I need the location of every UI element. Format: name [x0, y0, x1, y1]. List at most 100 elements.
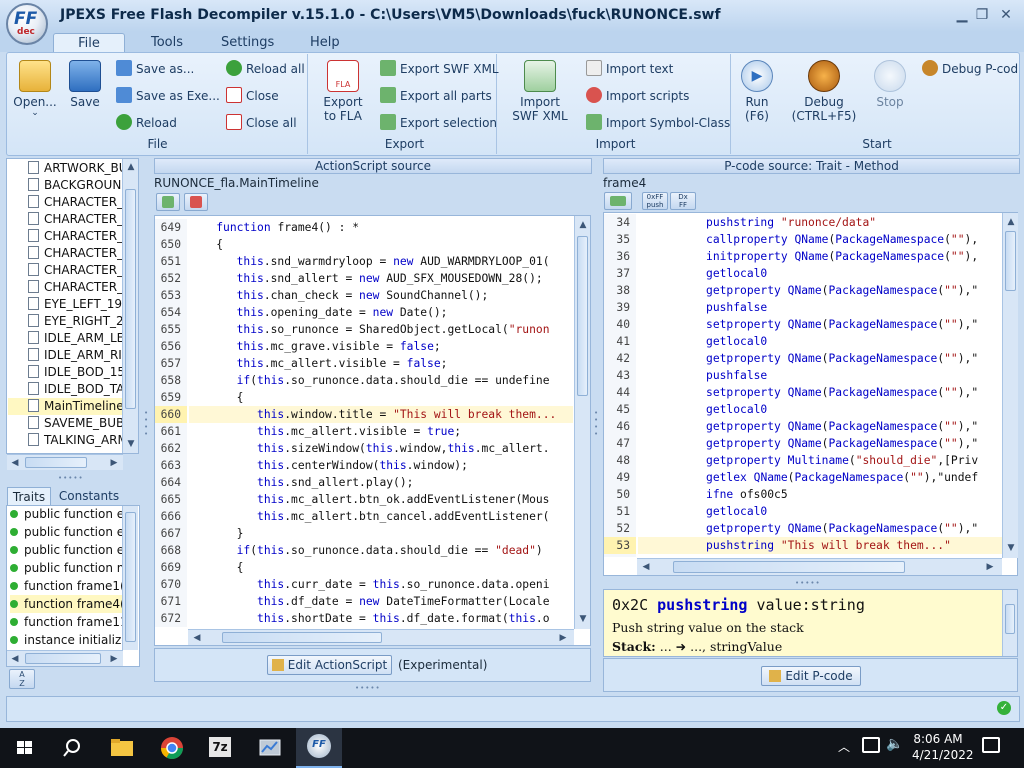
edit-actionscript-button[interactable]: Edit ActionScript: [267, 655, 392, 675]
code-line[interactable]: this.opening_date = new Date();: [189, 304, 573, 321]
scroll-right-icon[interactable]: ▶: [107, 652, 121, 666]
trait-item[interactable]: public function e: [10, 523, 122, 541]
splitter-handle-icon[interactable]: •••••: [795, 579, 821, 587]
tab-tools[interactable]: Tools: [151, 33, 183, 52]
tree-scroll-thumb[interactable]: [125, 189, 136, 409]
doc-scroll-thumb[interactable]: [1005, 604, 1015, 634]
tree-hscroll-thumb[interactable]: [25, 457, 87, 468]
tree-item[interactable]: IDLE_BOD_TA: [8, 381, 122, 398]
code-line[interactable]: this.df_date = new DateTimeFormatter(Loc…: [189, 593, 573, 610]
code-line[interactable]: pushfalse: [638, 299, 1002, 316]
tree-item[interactable]: IDLE_ARM_RI: [8, 347, 122, 364]
scroll-down-icon[interactable]: ▼: [124, 437, 138, 451]
tree-item[interactable]: MainTimeline: [8, 398, 122, 415]
code-line[interactable]: if(this.so_runonce.data.should_die == "d…: [189, 542, 573, 559]
chrome-button[interactable]: [152, 732, 192, 764]
code-line[interactable]: pushfalse: [638, 367, 1002, 384]
scroll-left-icon[interactable]: ◀: [190, 631, 204, 645]
tree-item[interactable]: IDLE_BOD_15: [8, 364, 122, 381]
as-code-area[interactable]: function frame4() : * { this.snd_warmdry…: [189, 219, 573, 627]
left-splitter-handle-icon[interactable]: • • • •: [144, 410, 150, 440]
code-line[interactable]: getlocal0: [638, 503, 1002, 520]
import-scripts-button[interactable]: Import scripts: [586, 86, 689, 106]
export-fla-button[interactable]: FLA Export to FLA: [318, 60, 368, 123]
close-file-button[interactable]: Close: [226, 86, 279, 106]
as-hscroll-thumb[interactable]: [222, 632, 382, 643]
code-line[interactable]: this.so_runonce = SharedObject.getLocal(…: [189, 321, 573, 338]
tree-item[interactable]: SAVEME_BUB: [8, 415, 122, 432]
tree-item[interactable]: CHARACTER_: [8, 228, 122, 245]
tree-item[interactable]: TALKING_ARM: [8, 432, 122, 449]
tab-settings[interactable]: Settings: [221, 33, 274, 52]
as-vertical-scrollbar[interactable]: ▲ ▼: [574, 216, 590, 629]
save-as-exe-button[interactable]: Save as Exe...: [116, 86, 220, 106]
scroll-right-icon[interactable]: ▶: [107, 456, 121, 470]
windows-start-button[interactable]: [4, 732, 44, 764]
export-swf-xml-button[interactable]: Export SWF XML: [380, 59, 499, 79]
trait-item[interactable]: public function e: [10, 505, 122, 523]
restore-button[interactable]: ❐: [972, 6, 992, 24]
code-line[interactable]: this.snd_allert = new AUD_SFX_MOUSEDOWN_…: [189, 270, 573, 287]
code-line[interactable]: {: [189, 236, 573, 253]
traits-horizontal-scrollbar[interactable]: ◀ ▶: [7, 650, 123, 666]
search-button[interactable]: [52, 732, 92, 764]
save-as-button[interactable]: Save as...: [116, 59, 194, 79]
code-line[interactable]: getlocal0: [638, 333, 1002, 350]
tree-horizontal-scrollbar[interactable]: ◀ ▶: [7, 454, 123, 470]
tab-file[interactable]: File: [53, 33, 125, 52]
code-line[interactable]: this.window.title = "This will break the…: [189, 406, 573, 423]
as-remove-button[interactable]: [184, 193, 208, 211]
sort-az-button[interactable]: AZ: [9, 669, 35, 689]
tree-item[interactable]: CHARACTER_: [8, 194, 122, 211]
open-button[interactable]: Open... ⌄: [12, 60, 58, 118]
trait-item[interactable]: public function m: [10, 559, 122, 577]
code-line[interactable]: this.mc_allert.visible = true;: [189, 423, 573, 440]
code-line[interactable]: pushstring "This will break them...": [638, 537, 1002, 554]
code-line[interactable]: getlex QName(PackageNamespace(""),"undef: [638, 469, 1002, 486]
edit-pcode-button[interactable]: Edit P-code: [761, 666, 861, 686]
code-line[interactable]: ifne ofs00c5: [638, 486, 1002, 503]
tree-item[interactable]: CHARACTER_: [8, 211, 122, 228]
app-logo-icon[interactable]: FF dec: [6, 3, 48, 45]
control-panel-button[interactable]: [250, 732, 290, 764]
import-text-button[interactable]: Import text: [586, 59, 673, 79]
code-line[interactable]: getproperty QName(PackageNamespace(""),": [638, 520, 1002, 537]
tree-vertical-scrollbar[interactable]: ▲ ▼: [122, 159, 138, 453]
pcode-scroll-thumb[interactable]: [1005, 231, 1016, 291]
scroll-right-icon[interactable]: ▶: [556, 631, 570, 645]
code-line[interactable]: setproperty QName(PackageNamespace(""),": [638, 316, 1002, 333]
code-line[interactable]: getproperty QName(PackageNamespace(""),": [638, 282, 1002, 299]
minimize-button[interactable]: ▁: [952, 6, 972, 24]
run-button[interactable]: ▶ Run (F6): [736, 60, 778, 123]
vertical-splitter-handle-icon[interactable]: • • • •: [594, 410, 600, 440]
import-symbol-class-button[interactable]: Import Symbol-Class: [586, 113, 730, 133]
trait-item[interactable]: instance initialize: [10, 631, 122, 649]
code-line[interactable]: function frame4() : *: [189, 219, 573, 236]
ffdec-taskbar-button[interactable]: FF: [296, 728, 342, 768]
code-line[interactable]: setproperty QName(PackageNamespace(""),": [638, 384, 1002, 401]
tree-item[interactable]: EYE_LEFT_19: [8, 296, 122, 313]
export-all-parts-button[interactable]: Export all parts: [380, 86, 492, 106]
open-dropdown-chevron-icon[interactable]: ⌄: [12, 109, 58, 118]
network-icon[interactable]: [862, 737, 880, 753]
scroll-down-icon[interactable]: ▼: [576, 612, 590, 626]
code-line[interactable]: initproperty QName(PackageNamespace(""),: [638, 248, 1002, 265]
code-line[interactable]: this.mc_grave.visible = false;: [189, 338, 573, 355]
pcode-hex-button[interactable]: Dx FF: [670, 192, 696, 210]
code-line[interactable]: this.chan_check = new SoundChannel();: [189, 287, 573, 304]
tree-item[interactable]: CHARACTER_: [8, 245, 122, 262]
scroll-up-icon[interactable]: ▲: [1004, 215, 1018, 229]
close-button[interactable]: ✕: [996, 6, 1016, 24]
splitter-handle-icon[interactable]: •••••: [355, 684, 381, 692]
code-line[interactable]: callproperty QName(PackageNamespace(""),: [638, 231, 1002, 248]
trait-item[interactable]: function frame4(: [10, 595, 122, 613]
code-line[interactable]: this.mc_allert.btn_ok.addEventListener(M…: [189, 491, 573, 508]
trait-item[interactable]: function frame11: [10, 613, 122, 631]
traits-hscroll-thumb[interactable]: [25, 653, 101, 664]
pcode-vertical-scrollbar[interactable]: ▲ ▼: [1002, 213, 1018, 558]
export-selection-button[interactable]: Export selection: [380, 113, 497, 133]
splitter-handle-icon[interactable]: •••••: [58, 474, 88, 482]
tab-constants[interactable]: Constants: [56, 487, 122, 505]
scroll-left-icon[interactable]: ◀: [639, 560, 653, 574]
tree-item[interactable]: ARTWORK_BU: [8, 160, 122, 177]
